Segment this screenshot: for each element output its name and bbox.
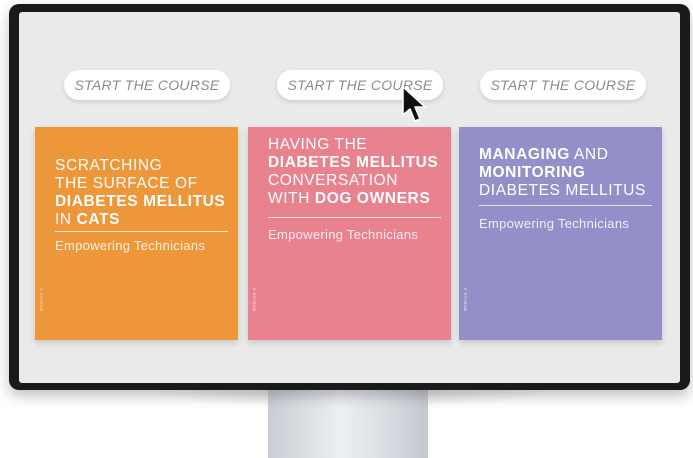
title-line: DIABETES MELLITUS [479,182,646,199]
course-card-2[interactable]: HAVING THE DIABETES MELLITUS CONVERSATION W… [248,127,451,340]
title-line: HAVING THE [268,136,368,153]
start-course-button-3[interactable]: START THE COURSE [480,70,646,100]
title-line: SCRATCHING [55,157,163,174]
screen: START THE COURSE START THE COURSE START … [19,12,680,383]
title-divider [479,205,652,206]
title-divider [268,217,441,218]
start-course-button-1[interactable]: START THE COURSE [64,70,230,100]
course-subtitle-1: Empowering Technicians [55,238,206,253]
title-line: DIABETES MELLITUS [268,154,439,171]
course-title-3: MANAGING AND MONITORING DIABETES MELLITUS [479,146,652,200]
arrow-cursor-icon [402,86,426,122]
title-line: IN CATS [55,211,121,228]
title-line: THE SURFACE OF [55,175,198,192]
module-label-3: MODULE 3 [462,287,468,312]
title-line: MANAGING AND [479,146,609,163]
course-title-1: SCRATCHING THE SURFACE OF DIABETES MELLITU… [55,157,228,229]
module-label-2: MODULE 2 [251,287,257,312]
title-line: CONVERSATION [268,172,399,189]
course-subtitle-2: Empowering Technicians [268,227,419,242]
course-card-3[interactable]: MANAGING AND MONITORING DIABETES MELLITUS … [459,127,662,340]
course-card-1[interactable]: SCRATCHING THE SURFACE OF DIABETES MELLITU… [35,127,238,340]
monitor-frame: START THE COURSE START THE COURSE START … [9,4,690,390]
title-divider [55,231,228,232]
monitor-stand [268,386,428,458]
title-line: DIABETES MELLITUS [55,193,226,210]
course-subtitle-3: Empowering Technicians [479,216,630,231]
title-line: MONITORING [479,164,586,181]
course-title-2: HAVING THE DIABETES MELLITUS CONVERSATION W… [268,136,441,208]
module-label-1: MODULE 1 [38,287,44,312]
title-line: WITH DOG OWNERS [268,190,431,207]
